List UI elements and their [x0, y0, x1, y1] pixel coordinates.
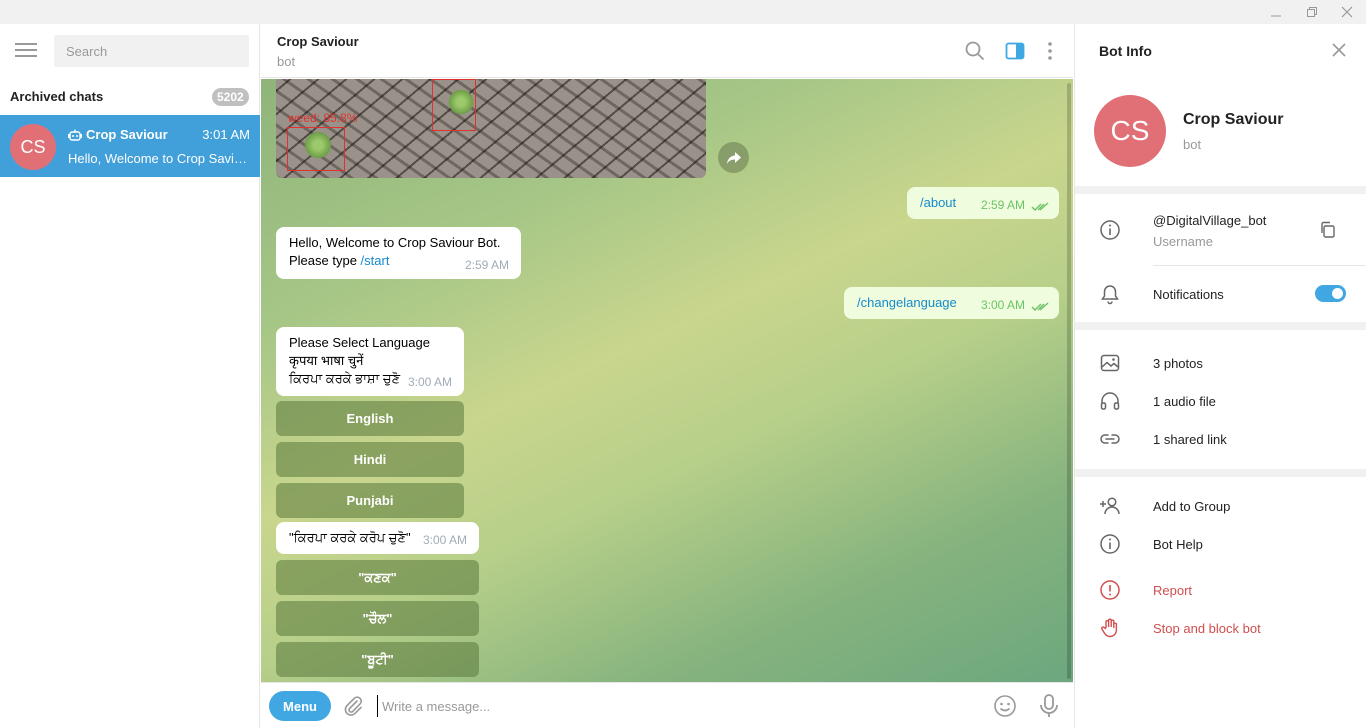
detection-box [287, 127, 345, 171]
link-icon [1100, 434, 1120, 444]
photo-icon [1100, 354, 1120, 372]
keyboard-button-hindi[interactable]: Hindi [276, 442, 464, 477]
command-link[interactable]: /about [920, 195, 956, 210]
sidebar-toggle-icon[interactable] [1004, 40, 1026, 62]
media-photos[interactable]: 3 photos [1153, 356, 1203, 371]
share-button[interactable] [718, 142, 749, 173]
detection-photo[interactable]: weed: 85.8% [276, 79, 706, 178]
scrollbar[interactable] [1067, 83, 1071, 679]
add-user-icon [1100, 497, 1120, 515]
search-icon[interactable] [964, 40, 986, 62]
headphones-icon [1100, 392, 1120, 410]
bot-icon [68, 129, 82, 141]
search-input[interactable]: Search [54, 35, 249, 67]
message-time: 3:00 AM [407, 375, 452, 389]
panel-title: Bot Info [1099, 43, 1152, 59]
message-text-prefix: Please type [289, 253, 361, 268]
chat-preview: Hello, Welcome to Crop Saviour Bot. Plea… [68, 151, 252, 166]
archived-count-badge: 5202 [212, 88, 249, 106]
report-button[interactable]: Report [1153, 583, 1192, 598]
message-time: 2:59 AM [464, 258, 509, 272]
message-time: 3:00 AM [980, 298, 1025, 312]
stop-and-block-button[interactable]: Stop and block bot [1153, 621, 1261, 636]
command-link[interactable]: /changelanguage [857, 295, 957, 310]
keyboard-button-crop[interactable]: "ਬੂਟੀ" [276, 642, 479, 677]
notifications-label: Notifications [1153, 287, 1224, 302]
outgoing-message[interactable]: /about 2:59 AM [907, 187, 1059, 219]
message-text: Please Select Language [289, 335, 430, 350]
media-links[interactable]: 1 shared link [1153, 432, 1227, 447]
copy-icon[interactable] [1319, 221, 1337, 239]
keyboard-button-english[interactable]: English [276, 401, 464, 436]
chat-panel: Crop Saviour bot weed: 85.8% /about 2:59… [261, 24, 1073, 728]
detection-label: weed: 85.8% [288, 111, 358, 125]
profile-section: Bot Info CS Crop Saviour bot [1075, 24, 1366, 186]
bot-subtitle: bot [1183, 137, 1202, 152]
chat-name-text: Crop Saviour [86, 127, 168, 142]
add-to-group-button[interactable]: Add to Group [1153, 499, 1230, 514]
incoming-message[interactable]: "ਕਿਰਪਾ ਕਰਕੇ ਕਰੋਪ ਚੁਣੋ" 3:00 AM [276, 522, 479, 554]
chat-list-item[interactable]: CS Crop Saviour 3:01 AM Hello, Welcome t… [0, 115, 260, 177]
incoming-message[interactable]: Hello, Welcome to Crop Saviour Bot. Plea… [276, 227, 521, 279]
divider [1153, 265, 1366, 266]
message-time: 2:59 AM [980, 198, 1025, 212]
more-options-icon[interactable] [1039, 40, 1061, 62]
avatar: CS [10, 124, 56, 170]
avatar[interactable]: CS [1094, 95, 1166, 167]
keyboard-button-crop[interactable]: "ਚੌਲ" [276, 601, 479, 636]
hamburger-menu-icon[interactable] [15, 42, 37, 58]
chat-time: 3:01 AM [202, 127, 250, 142]
bot-menu-button[interactable]: Menu [269, 691, 331, 721]
attach-icon[interactable] [341, 694, 365, 718]
chat-name: Crop Saviour [68, 127, 168, 142]
double-check-icon [1031, 302, 1049, 311]
keyboard-button-punjabi[interactable]: Punjabi [276, 483, 464, 518]
archived-chats-label[interactable]: Archived chats [10, 89, 103, 104]
detection-box [432, 79, 476, 131]
message-composer: Menu [261, 682, 1073, 728]
help-icon [1100, 534, 1120, 554]
minimize-icon[interactable] [1259, 0, 1293, 24]
bot-username[interactable]: @DigitalVillage_bot [1153, 213, 1266, 228]
microphone-icon[interactable] [1037, 693, 1061, 719]
outgoing-message[interactable]: /changelanguage 3:00 AM [844, 287, 1059, 319]
chat-subtitle: bot [277, 54, 296, 69]
chat-title: Crop Saviour [277, 34, 359, 49]
emoji-icon[interactable] [993, 694, 1017, 718]
notifications-toggle[interactable] [1315, 285, 1346, 302]
window-titlebar [0, 0, 1366, 24]
info-icon [1100, 220, 1120, 240]
bot-info-panel: Bot Info CS Crop Saviour bot @DigitalVil… [1074, 24, 1366, 728]
message-time: 3:00 AM [422, 533, 467, 547]
chat-header[interactable]: Crop Saviour bot [261, 24, 1073, 78]
message-area: weed: 85.8% /about 2:59 AM Hello, Welcom… [261, 79, 1073, 682]
bell-icon [1101, 285, 1119, 305]
media-audio[interactable]: 1 audio file [1153, 394, 1216, 409]
message-text: कृपया भाषा चुनें [289, 353, 364, 368]
bot-help-button[interactable]: Bot Help [1153, 537, 1203, 552]
message-input[interactable] [377, 695, 977, 717]
bot-name: Crop Saviour [1183, 111, 1284, 128]
username-label: Username [1153, 234, 1213, 249]
close-icon[interactable] [1331, 42, 1347, 58]
start-command-link[interactable]: /start [361, 253, 390, 268]
double-check-icon [1031, 202, 1049, 211]
report-icon [1100, 580, 1120, 600]
share-arrow-icon [726, 151, 741, 164]
close-window-icon[interactable] [1330, 0, 1364, 24]
message-text: "ਕਿਰਪਾ ਕਰਕੇ ਕਰੋਪ ਚੁਣੋ" [289, 530, 411, 545]
restore-icon[interactable] [1295, 0, 1329, 24]
keyboard-button-crop[interactable]: "ਕਣਕ" [276, 560, 479, 595]
chat-list-panel: Search Archived chats 5202 CS Crop Savio… [0, 24, 260, 728]
message-text: Hello, Welcome to Crop Saviour Bot. [289, 235, 501, 250]
stop-hand-icon [1101, 618, 1118, 638]
incoming-message[interactable]: Please Select Language कृपया भाषा चुनें … [276, 327, 464, 396]
